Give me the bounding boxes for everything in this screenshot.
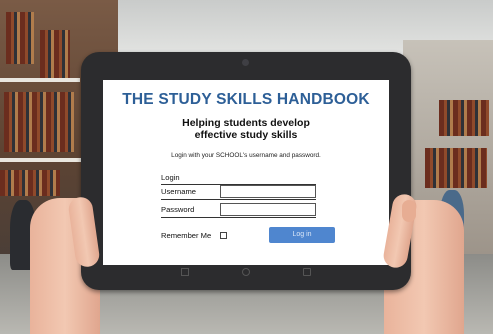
tablet-device: THE STUDY SKILLS HANDBOOK Helping studen… [81,52,411,290]
right-fingertip [402,200,416,222]
recent-apps-icon [303,268,311,276]
subtitle-line: Helping students develop [182,117,310,129]
password-field[interactable] [220,203,316,216]
bookshelf [439,100,489,136]
divider [161,199,316,200]
username-field[interactable] [220,185,316,198]
bookshelf [6,12,34,64]
subtitle-line: effective study skills [194,129,298,141]
bookshelf [4,92,74,152]
tablet-nav-bar [81,268,411,280]
back-icon [181,268,189,276]
camera-icon [242,59,249,66]
password-label: Password [161,205,195,214]
username-label: Username [161,187,197,196]
page-title: THE STUDY SKILLS HANDBOOK [122,91,370,108]
balcony-rail [0,158,82,162]
remember-me-label: Remember Me [161,231,212,240]
bookshelf [40,30,70,80]
balcony-rail [0,78,80,82]
home-icon [242,268,250,276]
login-instruction: Login with your SCHOOL's username and pa… [171,152,321,159]
login-button[interactable]: Log in [269,227,335,243]
divider [161,217,316,218]
bookshelf [425,148,487,188]
login-heading: Login [161,173,180,182]
remember-me-checkbox[interactable] [220,232,227,239]
bookshelf [0,170,60,196]
tablet-screen: THE STUDY SKILLS HANDBOOK Helping studen… [103,80,389,265]
page-subtitle: Helping students develop effective study… [103,117,389,141]
